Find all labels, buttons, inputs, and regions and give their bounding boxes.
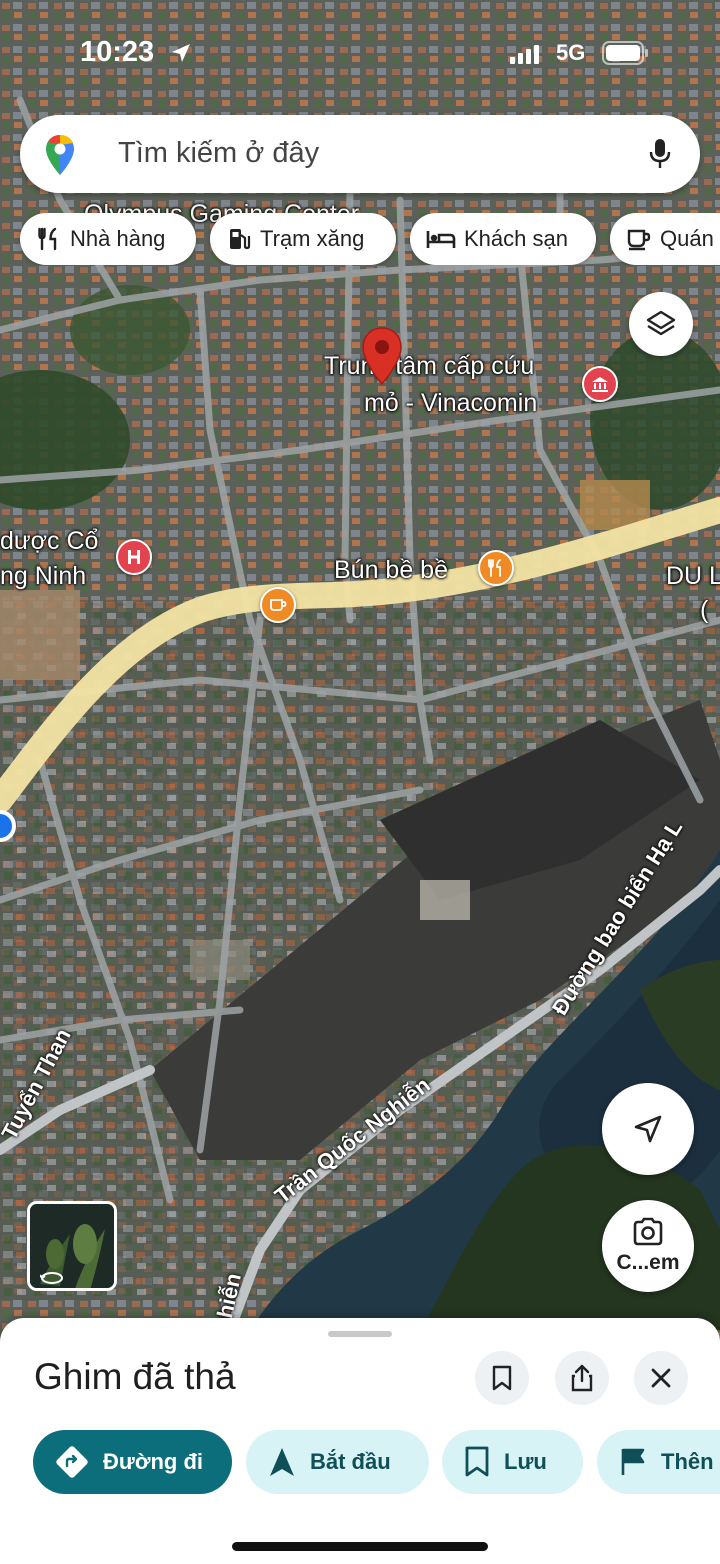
- bookmark-icon: [492, 1365, 512, 1391]
- save-label: Lưu: [504, 1449, 547, 1474]
- add-label-button[interactable]: Thên: [597, 1430, 720, 1494]
- chip-hotels[interactable]: Khách sạn: [410, 213, 596, 265]
- street-view-thumbnail[interactable]: [27, 1201, 117, 1291]
- layers-icon: [646, 310, 676, 336]
- category-chips: Nhà hàng Trạm xăng Khách sạn Quán: [0, 213, 720, 265]
- add-label-label: Thên: [661, 1449, 714, 1474]
- 360-rotate-icon: [40, 1272, 63, 1284]
- directions-label: Đường đi: [103, 1449, 203, 1474]
- camera-icon: [633, 1217, 663, 1246]
- cafe-icon[interactable]: [260, 587, 296, 623]
- fork-knife-icon: [38, 227, 57, 251]
- chip-cafes[interactable]: Quán: [610, 213, 720, 265]
- chip-restaurants[interactable]: Nhà hàng: [20, 213, 196, 265]
- directions-icon: [56, 1446, 88, 1478]
- chip-gas-stations[interactable]: Trạm xăng: [210, 213, 396, 265]
- save-button[interactable]: Lưu: [442, 1430, 583, 1494]
- close-button[interactable]: [634, 1351, 688, 1405]
- my-location-button[interactable]: [602, 1083, 694, 1175]
- close-icon: [651, 1368, 671, 1388]
- camera-label: C...em: [616, 1251, 680, 1274]
- museum-icon[interactable]: [582, 366, 618, 402]
- navigation-arrow-icon: [270, 1448, 294, 1476]
- action-buttons-row: Đường đi Bắt đầu Lưu Thên: [0, 1430, 720, 1496]
- network-type: 5G: [556, 40, 586, 65]
- home-indicator[interactable]: [232, 1542, 488, 1551]
- place-title: Ghim đã thả: [34, 1356, 236, 1397]
- poi-label-rescue-line2[interactable]: mỏ - Vinacomin: [364, 389, 537, 418]
- poi-label-pharmacy-line2[interactable]: ng Ninh: [0, 562, 86, 591]
- poi-label-pharmacy-line1[interactable]: dược Cổ: [0, 527, 98, 556]
- chip-label: Trạm xăng: [260, 226, 365, 251]
- bookmark-icon: [465, 1446, 489, 1477]
- save-icon-button[interactable]: [475, 1351, 529, 1405]
- share-button[interactable]: [555, 1351, 609, 1405]
- chip-label: Khách sạn: [464, 226, 568, 251]
- start-label: Bắt đầu: [310, 1449, 391, 1474]
- cup-icon: [627, 229, 651, 251]
- search-input[interactable]: Tìm kiếm ở đây: [118, 137, 319, 170]
- flag-icon: [621, 1448, 645, 1475]
- poi-label-paren: (: [700, 596, 709, 624]
- google-maps-logo-icon: [46, 135, 74, 175]
- hospital-icon[interactable]: [116, 539, 152, 575]
- gas-pump-icon: [230, 229, 251, 250]
- layers-button[interactable]: [629, 292, 693, 356]
- restaurant-icon[interactable]: [478, 550, 514, 586]
- status-time: 10:23: [80, 36, 155, 68]
- battery-icon: [602, 41, 648, 65]
- navigation-arrow-outline-icon: [634, 1115, 662, 1143]
- signal-bars-icon: [510, 45, 539, 64]
- poi-label-rescue-line1[interactable]: Trung tâm cấp cứu: [324, 352, 534, 381]
- share-icon: [571, 1364, 593, 1392]
- directions-button[interactable]: Đường đi: [33, 1430, 232, 1494]
- status-bar: 10:23 5G: [0, 0, 720, 100]
- location-arrow-icon: [172, 44, 190, 62]
- start-button[interactable]: Bắt đầu: [246, 1430, 429, 1494]
- microphone-icon[interactable]: [648, 137, 672, 171]
- chip-label: Quán: [660, 226, 714, 251]
- poi-label-bun-be-be[interactable]: Bún bề bề: [334, 556, 448, 585]
- bed-icon: [426, 231, 456, 248]
- poi-label-du-l[interactable]: DU L: [666, 562, 720, 591]
- camera-explore-button[interactable]: C...em: [602, 1200, 694, 1292]
- chip-label: Nhà hàng: [70, 226, 166, 251]
- dropped-pin-icon[interactable]: [360, 326, 404, 388]
- sheet-drag-handle[interactable]: [328, 1331, 392, 1337]
- search-bar[interactable]: Tìm kiếm ở đây: [20, 115, 700, 193]
